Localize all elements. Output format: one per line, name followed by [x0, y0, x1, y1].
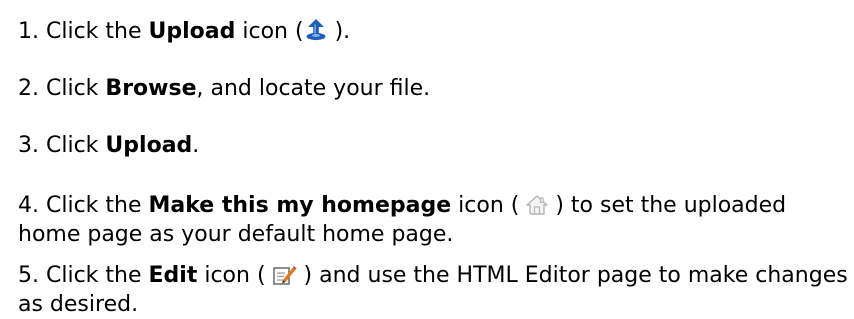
step-5: 5. Click the Edit icon ( ) and use the H…	[18, 249, 848, 319]
step-text: .	[192, 133, 200, 158]
step-text: Click	[39, 76, 106, 101]
step-2: 2. Click Browse, and locate your file.	[18, 46, 848, 103]
step-number: 3.	[18, 133, 39, 158]
home-icon	[526, 195, 549, 215]
step-text: icon (	[235, 19, 304, 44]
step-text: Click the	[39, 19, 149, 44]
upload-icon	[304, 19, 328, 41]
bold-term: Edit	[148, 263, 198, 288]
step-text: Click	[39, 133, 106, 158]
edit-icon	[272, 264, 297, 285]
step-1: 1. Click the Upload icon ( ).	[18, 0, 848, 46]
bold-term: Browse	[105, 76, 197, 101]
step-3: 3. Click Upload.	[18, 103, 848, 160]
step-number: 4.	[18, 193, 39, 218]
step-number: 1.	[18, 19, 39, 44]
step-number: 5.	[18, 263, 39, 288]
step-text: ).	[327, 19, 351, 44]
step-text: , and locate your file.	[196, 76, 431, 101]
bold-term: Upload	[148, 19, 236, 44]
bold-term: Make this my homepage	[148, 193, 452, 218]
step-number: 2.	[18, 76, 39, 101]
step-text: Click the	[39, 263, 149, 288]
step-text: icon (	[197, 263, 273, 288]
instructions: 1. Click the Upload icon ( ). 2. Click B…	[18, 0, 848, 319]
bold-term: Upload	[105, 133, 193, 158]
step-text: Click the	[39, 193, 149, 218]
step-4: 4. Click the Make this my homepage icon …	[18, 160, 848, 249]
step-text: icon (	[451, 193, 527, 218]
